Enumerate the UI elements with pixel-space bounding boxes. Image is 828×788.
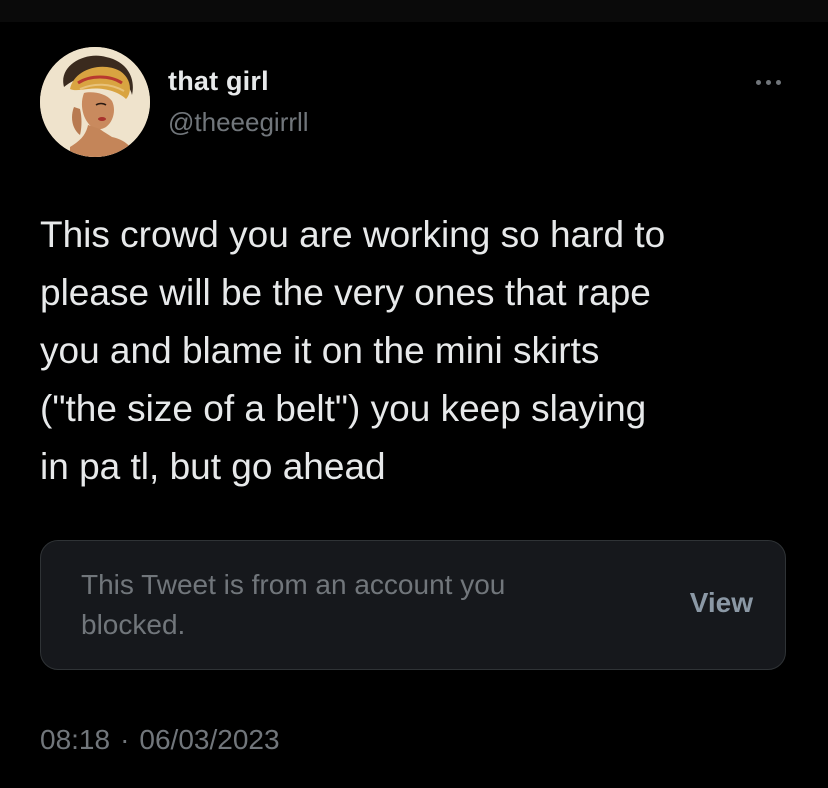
- tweet-text: This crowd you are working so hard to pl…: [40, 206, 800, 496]
- tweet-text-line: This crowd you are working so hard to: [40, 214, 666, 255]
- more-options-icon[interactable]: [748, 70, 788, 94]
- handle[interactable]: @theeegirrll: [168, 107, 309, 138]
- blocked-message: This Tweet is from an account you blocke…: [81, 565, 601, 645]
- tweet-date: 06/03/2023: [139, 724, 280, 755]
- more-dot: [765, 79, 771, 85]
- view-button[interactable]: View: [690, 587, 753, 619]
- tweet-time: 08:18: [40, 724, 111, 755]
- more-dot: [755, 79, 761, 85]
- tweet-text-line: in pa tl, but go ahead: [40, 446, 386, 487]
- top-bar: [0, 0, 828, 22]
- tweet-text-line: you and blame it on the mini skirts: [40, 330, 600, 371]
- more-dot: [775, 79, 781, 85]
- timestamp-separator: ·: [120, 724, 130, 755]
- blocked-message-line: This Tweet is from an account you: [81, 569, 506, 600]
- avatar[interactable]: [40, 47, 150, 157]
- blocked-quote-card: This Tweet is from an account you blocke…: [40, 540, 786, 670]
- display-name[interactable]: that girl: [168, 66, 269, 97]
- tweet-text-line: ("the size of a belt") you keep slaying: [40, 388, 647, 429]
- avatar-illustration-icon: [40, 47, 150, 157]
- blocked-message-line: blocked.: [81, 609, 186, 640]
- timestamp[interactable]: 08:18 · 06/03/2023: [40, 724, 280, 756]
- tweet-text-line: please will be the very ones that rape: [40, 272, 651, 313]
